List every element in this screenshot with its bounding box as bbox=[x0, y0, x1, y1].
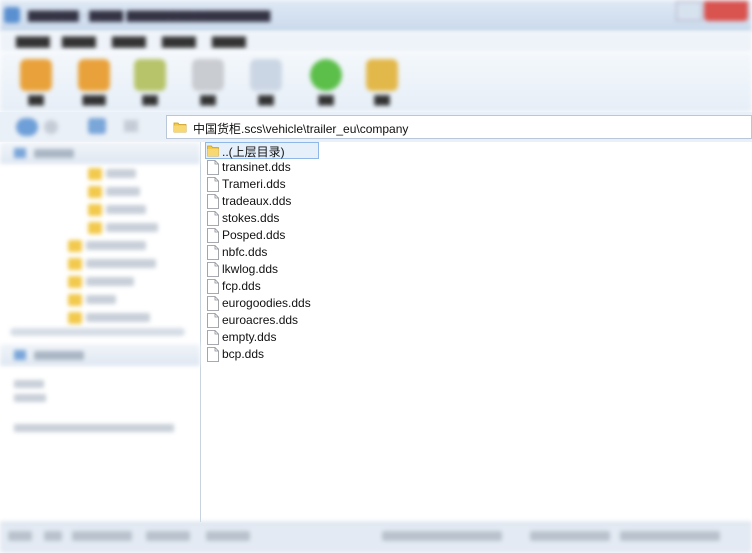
folder-icon bbox=[173, 122, 187, 133]
settings-icon bbox=[366, 59, 398, 91]
file-icon bbox=[207, 296, 219, 311]
extract-icon bbox=[134, 59, 166, 91]
folder-up-icon bbox=[207, 145, 219, 157]
green-circle-icon bbox=[310, 59, 342, 91]
status-bar bbox=[0, 522, 752, 553]
back-icon[interactable] bbox=[16, 118, 38, 136]
title-bar: ▇▇▇▇▇▇ · ▇▇▇▇ ▇▇▇▇▇▇▇▇▇▇▇▇▇▇▇▇▇ bbox=[0, 0, 752, 32]
maximize-button[interactable] bbox=[676, 1, 702, 21]
file-name: Posped.dds bbox=[222, 228, 286, 242]
file-name: stokes.dds bbox=[222, 211, 280, 225]
toolbar-button[interactable]: ▇▇▇ bbox=[72, 57, 116, 109]
file-icon bbox=[207, 347, 219, 362]
file-name: fcp.dds bbox=[222, 279, 261, 293]
forward-icon[interactable] bbox=[44, 120, 58, 134]
folder-tree-header bbox=[0, 142, 200, 164]
file-name: bcp.dds bbox=[222, 347, 265, 361]
up-folder-icon[interactable] bbox=[88, 118, 106, 134]
address-path: 中国货柜.scs\vehicle\trailer_eu\company bbox=[193, 122, 409, 136]
address-bar[interactable]: 中国货柜.scs\vehicle\trailer_eu\company bbox=[166, 115, 752, 139]
file-list-item[interactable]: fcp.dds bbox=[205, 278, 505, 295]
file-icon bbox=[207, 330, 219, 345]
file-name: euroacres.dds bbox=[222, 313, 299, 327]
file-icon bbox=[207, 211, 219, 226]
toolbar-button[interactable]: ▇▇ bbox=[244, 57, 288, 109]
file-list-item[interactable]: stokes.dds bbox=[205, 210, 505, 227]
file-list-item[interactable]: euroacres.dds bbox=[205, 312, 505, 329]
info-panel-header bbox=[0, 344, 200, 366]
menu-item[interactable]: ▇▇▇▇ bbox=[16, 35, 50, 48]
folder-icon bbox=[20, 59, 52, 91]
folder-tree-pane bbox=[0, 142, 201, 522]
file-icon bbox=[207, 245, 219, 260]
file-list-item[interactable]: bcp.dds bbox=[205, 346, 505, 363]
file-name: ..(上层目录) bbox=[222, 145, 285, 159]
file-name: transinet.dds bbox=[222, 160, 291, 174]
file-list-item[interactable]: eurogoodies.dds bbox=[205, 295, 505, 312]
menu-item[interactable]: ▇▇▇▇ bbox=[112, 35, 146, 48]
menu-item[interactable]: ▇▇▇▇ bbox=[162, 35, 196, 48]
file-icon bbox=[207, 194, 219, 209]
file-list-item[interactable]: ..(上层目录) bbox=[205, 142, 505, 159]
close-button[interactable] bbox=[704, 1, 748, 21]
menu-bar: ▇▇▇▇ ▇▇▇▇ ▇▇▇▇ ▇▇▇▇ ▇▇▇▇ bbox=[0, 32, 752, 52]
file-list-item[interactable]: tradeaux.dds bbox=[205, 193, 505, 210]
search-icon bbox=[250, 59, 282, 91]
file-list-item[interactable]: transinet.dds bbox=[205, 159, 505, 176]
file-name: empty.dds bbox=[222, 330, 277, 344]
toolbar-button[interactable]: ▇▇ bbox=[14, 57, 58, 109]
file-icon bbox=[207, 177, 219, 192]
file-name: Trameri.dds bbox=[222, 177, 286, 191]
toolbar-button[interactable]: ▇▇ bbox=[186, 57, 230, 109]
file-name: nbfc.dds bbox=[222, 245, 268, 259]
file-name: lkwlog.dds bbox=[222, 262, 279, 276]
toolbar-button[interactable]: ▇▇ bbox=[304, 57, 348, 109]
file-icon bbox=[207, 279, 219, 294]
menu-item[interactable]: ▇▇▇▇ bbox=[62, 35, 96, 48]
view-icon[interactable] bbox=[124, 120, 138, 132]
file-name: eurogoodies.dds bbox=[222, 296, 311, 310]
horizontal-scrollbar[interactable] bbox=[10, 328, 185, 336]
toolbar-button[interactable]: ▇▇ bbox=[360, 57, 404, 109]
file-icon bbox=[207, 262, 219, 277]
file-list-item[interactable]: empty.dds bbox=[205, 329, 505, 346]
file-list-item[interactable]: lkwlog.dds bbox=[205, 261, 505, 278]
file-icon bbox=[207, 160, 219, 175]
toolbar: ▇▇ ▇▇▇ ▇▇ ▇▇ ▇▇ ▇▇ ▇▇ bbox=[0, 52, 752, 112]
file-icon bbox=[207, 228, 219, 243]
toolbar-button[interactable]: ▇▇ bbox=[128, 57, 172, 109]
file-list-pane: ..(上层目录) transinet.dds Trameri.dds tradeaux… bbox=[201, 142, 752, 522]
folder-icon bbox=[78, 59, 110, 91]
app-icon bbox=[4, 7, 20, 23]
file-name: tradeaux.dds bbox=[222, 194, 292, 208]
file-icon bbox=[207, 313, 219, 328]
file-list-item[interactable]: Trameri.dds bbox=[205, 176, 505, 193]
window-title: ▇▇▇▇▇▇ · ▇▇▇▇ ▇▇▇▇▇▇▇▇▇▇▇▇▇▇▇▇▇ bbox=[28, 9, 271, 22]
menu-item[interactable]: ▇▇▇▇ bbox=[212, 35, 246, 48]
document-icon bbox=[192, 59, 224, 91]
file-list-item[interactable]: nbfc.dds bbox=[205, 244, 505, 261]
file-list-item[interactable]: Posped.dds bbox=[205, 227, 505, 244]
